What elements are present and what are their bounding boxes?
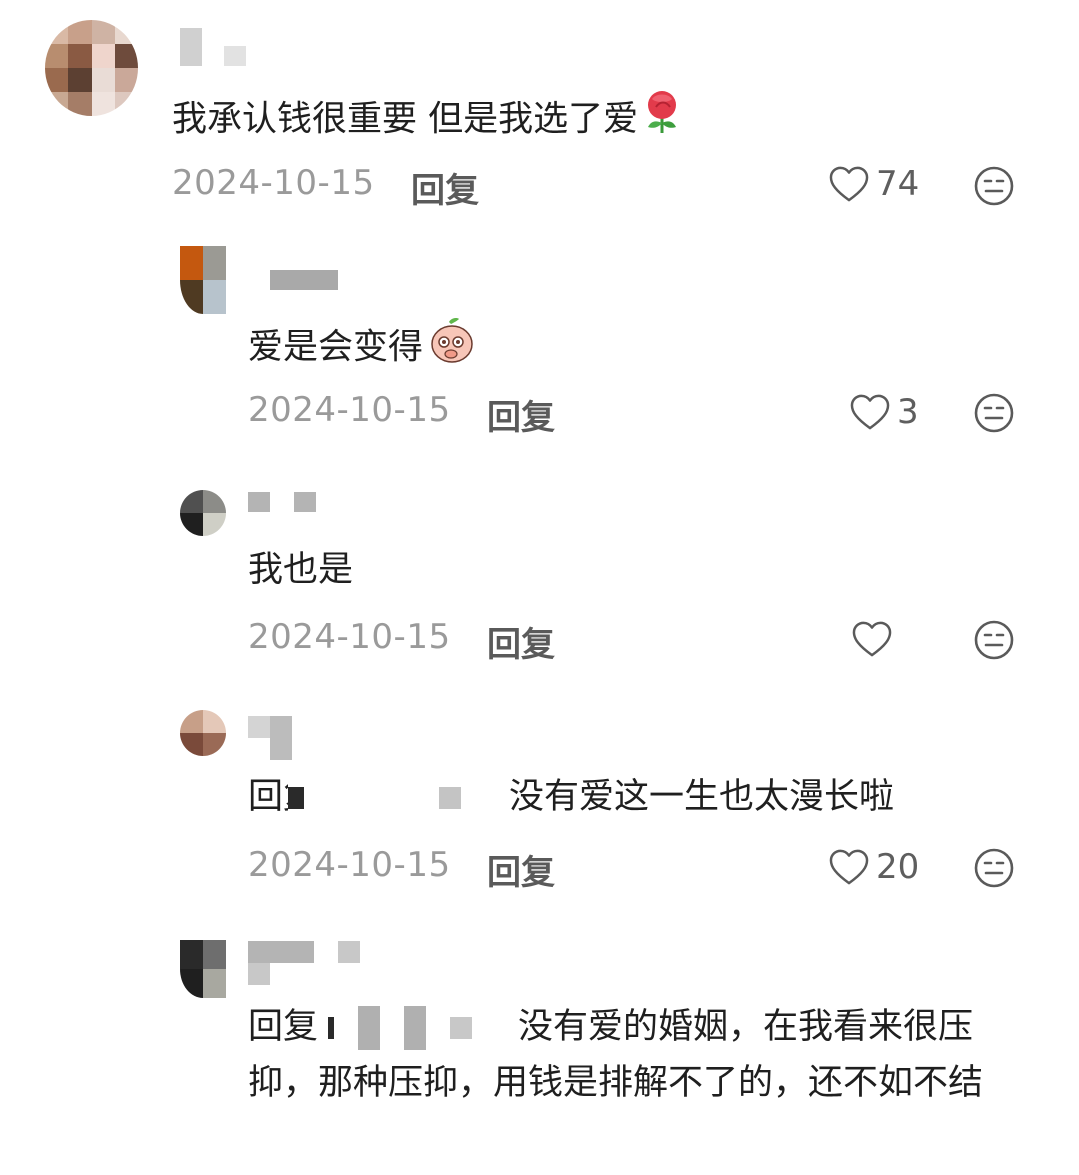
like-button[interactable]: 74 bbox=[828, 164, 919, 204]
like-count: 20 bbox=[876, 847, 920, 887]
avatar[interactable] bbox=[180, 490, 226, 536]
obscured-mention[interactable] bbox=[288, 787, 304, 809]
avatar[interactable] bbox=[180, 246, 226, 314]
comment-date: 2024-10-15 bbox=[248, 617, 451, 657]
username-obscured[interactable] bbox=[248, 492, 318, 512]
obscured-mention[interactable] bbox=[450, 1017, 472, 1039]
obscured-mention[interactable] bbox=[358, 1006, 380, 1050]
comment-text: 回复没有爱这一生也太漫长啦 bbox=[248, 770, 894, 825]
heart-icon bbox=[852, 621, 892, 657]
reply-prefix: 回复 bbox=[248, 1007, 319, 1047]
dislike-face-icon[interactable] bbox=[974, 166, 1014, 206]
heart-icon bbox=[829, 849, 869, 885]
like-button[interactable]: 3 bbox=[849, 392, 919, 432]
rose-icon bbox=[644, 89, 680, 152]
like-count: 74 bbox=[876, 164, 920, 204]
obscured-mention[interactable] bbox=[439, 787, 461, 809]
like-button[interactable] bbox=[851, 620, 899, 658]
reply-button[interactable]: 回复 bbox=[487, 845, 555, 894]
avatar[interactable] bbox=[180, 710, 226, 756]
username-obscured[interactable] bbox=[180, 28, 250, 66]
obscured-mention[interactable] bbox=[404, 1006, 426, 1050]
dislike-face-icon[interactable] bbox=[974, 620, 1014, 660]
dislike-face-icon[interactable] bbox=[974, 393, 1014, 433]
comment-text: 我也是 bbox=[248, 550, 354, 590]
reply-button[interactable]: 回复 bbox=[487, 390, 555, 439]
reply-button[interactable]: 回复 bbox=[411, 163, 479, 212]
like-button[interactable]: 20 bbox=[828, 847, 919, 887]
like-count: 3 bbox=[897, 392, 919, 432]
peach-face-icon bbox=[429, 316, 475, 381]
username-obscured[interactable] bbox=[248, 941, 360, 985]
obscured-mention[interactable] bbox=[328, 1017, 334, 1039]
comment-text: 我承认钱很重要 但是我选了爱 bbox=[172, 89, 680, 152]
comment-text: 爱是会变得 bbox=[248, 316, 475, 381]
reply-prefix: 回复 bbox=[248, 777, 288, 817]
comment-text: 回复 没有爱的婚姻，在我看来很压抑，那种压抑，用钱是排解不了的，还不如不结 bbox=[248, 999, 1038, 1111]
comment-date: 2024-10-15 bbox=[248, 390, 451, 430]
username-obscured[interactable] bbox=[248, 716, 294, 760]
comment-date: 2024-10-15 bbox=[172, 163, 375, 203]
heart-icon bbox=[829, 166, 869, 202]
comment-date: 2024-10-15 bbox=[248, 845, 451, 885]
avatar[interactable] bbox=[45, 20, 138, 116]
dislike-face-icon[interactable] bbox=[974, 848, 1014, 888]
username-obscured[interactable] bbox=[270, 270, 338, 290]
avatar[interactable] bbox=[180, 940, 226, 998]
reply-button[interactable]: 回复 bbox=[487, 617, 555, 666]
heart-icon bbox=[850, 394, 890, 430]
